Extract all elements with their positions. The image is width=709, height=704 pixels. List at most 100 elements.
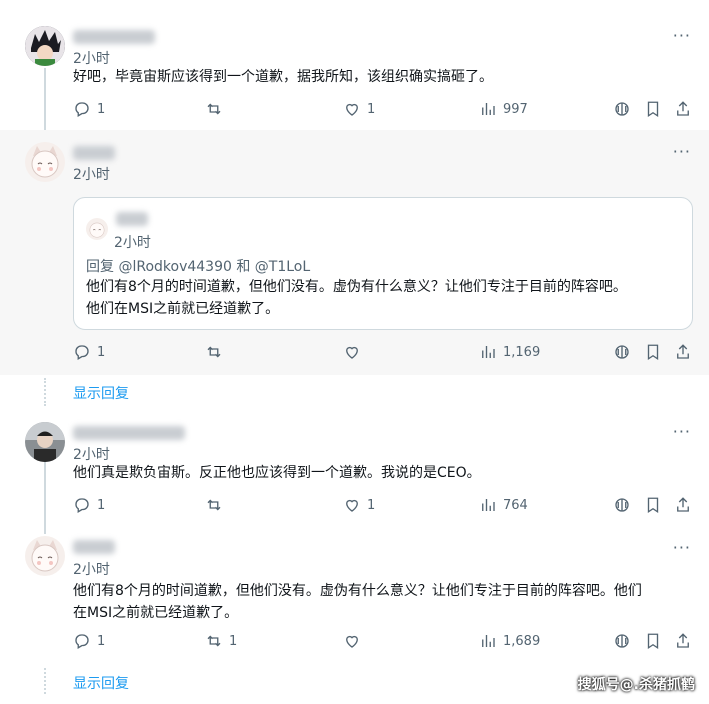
views-button[interactable]: 1,169 bbox=[479, 343, 540, 361]
avatar[interactable] bbox=[25, 422, 65, 462]
retweet-icon bbox=[207, 103, 221, 115]
avatar[interactable] bbox=[25, 536, 65, 576]
views-icon bbox=[482, 103, 495, 115]
heart-icon bbox=[346, 346, 358, 359]
more-options-button[interactable]: ··· bbox=[673, 142, 691, 161]
retweet-button[interactable] bbox=[205, 496, 229, 514]
share-icon bbox=[677, 101, 689, 116]
show-replies-link[interactable]: 显示回复 bbox=[73, 383, 129, 403]
reply-button[interactable]: 1 bbox=[73, 632, 105, 650]
heart-icon bbox=[346, 635, 358, 648]
author-name-blurred bbox=[73, 540, 115, 554]
share-icon bbox=[677, 633, 689, 648]
view-count: 764 bbox=[503, 497, 528, 513]
action-bar: 1 1 1,689 bbox=[73, 632, 693, 654]
quoted-time: 2小时 bbox=[114, 235, 151, 251]
retweet-icon bbox=[207, 346, 221, 358]
watermark: 搜狐号@.杀猪抓鹤 bbox=[577, 677, 695, 693]
like-button[interactable] bbox=[343, 343, 367, 361]
like-button[interactable]: 1 bbox=[343, 100, 375, 118]
show-replies-link[interactable]: 显示回复 bbox=[73, 673, 129, 693]
post-time: 2小时 bbox=[73, 447, 110, 463]
bookmark-button[interactable] bbox=[644, 632, 662, 650]
avatar[interactable] bbox=[25, 142, 65, 182]
reply-count: 1 bbox=[97, 344, 106, 360]
bookmark-button[interactable] bbox=[644, 343, 662, 361]
reply-button[interactable]: 1 bbox=[73, 100, 105, 118]
retweet-button[interactable] bbox=[205, 343, 229, 361]
share-button[interactable] bbox=[674, 100, 692, 118]
reply-icon bbox=[75, 498, 89, 513]
action-bar: 1 1 997 bbox=[73, 100, 693, 122]
view-count: 997 bbox=[503, 101, 528, 117]
post-4[interactable]: 2小时 ··· 他们有8个月的时间道歉，但他们没有。虚伪有什么意义？让他们专注于… bbox=[0, 528, 709, 668]
post-time: 2小时 bbox=[73, 51, 110, 67]
more-options-button[interactable]: ··· bbox=[673, 538, 691, 557]
post-text-line: 他们有8个月的时间道歉，但他们没有。虚伪有什么意义？让他们专注于目前的阵容吧。他… bbox=[73, 583, 642, 599]
bookmark-icon bbox=[647, 633, 659, 650]
reply-count: 1 bbox=[97, 101, 106, 117]
more-options-button[interactable]: ··· bbox=[673, 26, 691, 45]
post-time: 2小时 bbox=[73, 167, 110, 183]
reply-context: 回复 @lRodkov44390 和 @T1LoL bbox=[86, 256, 310, 276]
retweet-icon bbox=[207, 635, 221, 647]
reply-count: 1 bbox=[97, 633, 106, 649]
reply-button[interactable]: 1 bbox=[73, 343, 105, 361]
quoted-text-line: 他们在MSI之前就已经道歉了。 bbox=[86, 301, 280, 317]
author-name-blurred bbox=[73, 146, 115, 160]
grok-icon bbox=[615, 102, 629, 116]
share-button[interactable] bbox=[674, 343, 692, 361]
views-icon bbox=[482, 635, 495, 647]
action-bar: 1 1 764 bbox=[73, 496, 693, 518]
reply-button[interactable]: 1 bbox=[73, 496, 105, 514]
heart-icon bbox=[346, 499, 358, 512]
reply-icon bbox=[75, 345, 89, 360]
reply-prefix: 回复 bbox=[86, 259, 114, 275]
retweet-button[interactable] bbox=[205, 100, 229, 118]
grok-button[interactable] bbox=[613, 496, 631, 514]
views-icon bbox=[482, 499, 495, 511]
view-count: 1,689 bbox=[503, 633, 541, 649]
quoted-avatar bbox=[86, 218, 108, 240]
share-button[interactable] bbox=[674, 496, 692, 514]
grok-icon bbox=[615, 498, 629, 512]
reply-icon bbox=[75, 634, 89, 649]
grok-icon bbox=[615, 345, 629, 359]
grok-button[interactable] bbox=[613, 100, 631, 118]
post-1[interactable]: 2小时 ··· 好吧，毕竟宙斯应该得到一个道歉，据我所知，该组织确实搞砸了。 1… bbox=[0, 0, 709, 130]
quoted-post[interactable]: 2小时 回复 @lRodkov44390 和 @T1LoL 他们有8个月的时间道… bbox=[73, 197, 693, 330]
avatar[interactable] bbox=[25, 26, 65, 66]
post-text: 他们真是欺负宙斯。反正他也应该得到一个道歉。我说的是CEO。 bbox=[73, 465, 481, 481]
grok-button[interactable] bbox=[613, 343, 631, 361]
bookmark-button[interactable] bbox=[644, 100, 662, 118]
thread-dots bbox=[44, 378, 46, 406]
heart-icon bbox=[346, 103, 358, 116]
post-2[interactable]: 2小时 ··· 2小时 回复 @lRodkov44390 和 @T1LoL 他们… bbox=[0, 130, 709, 375]
grok-button[interactable] bbox=[613, 632, 631, 650]
author-name-blurred bbox=[73, 30, 155, 44]
bookmark-button[interactable] bbox=[644, 496, 662, 514]
share-button[interactable] bbox=[674, 632, 692, 650]
views-icon bbox=[482, 346, 495, 358]
view-count: 1,169 bbox=[503, 344, 541, 360]
quoted-author-blurred bbox=[116, 212, 148, 226]
post-3[interactable]: 2小时 ··· 他们真是欺负宙斯。反正他也应该得到一个道歉。我说的是CEO。 1… bbox=[0, 410, 709, 525]
like-button[interactable]: 1 bbox=[343, 496, 375, 514]
views-button[interactable]: 1,689 bbox=[479, 632, 540, 650]
author-name-blurred bbox=[73, 426, 185, 440]
like-count: 1 bbox=[367, 101, 376, 117]
retweet-button[interactable]: 1 bbox=[205, 632, 237, 650]
quoted-text: 他们有8个月的时间道歉，但他们没有。虚伪有什么意义？让他们专注于目前的阵容吧。 … bbox=[86, 276, 627, 320]
views-button[interactable]: 997 bbox=[479, 100, 528, 118]
reply-icon bbox=[75, 102, 89, 117]
share-icon bbox=[677, 344, 689, 359]
like-count: 1 bbox=[367, 497, 376, 513]
more-options-button[interactable]: ··· bbox=[673, 422, 691, 441]
post-time: 2小时 bbox=[73, 562, 110, 578]
share-icon bbox=[677, 497, 689, 512]
like-button[interactable] bbox=[343, 632, 367, 650]
bookmark-icon bbox=[647, 101, 659, 118]
views-button[interactable]: 764 bbox=[479, 496, 528, 514]
thread-dots bbox=[44, 668, 46, 694]
reply-handles[interactable]: @lRodkov44390 和 @T1LoL bbox=[118, 259, 310, 275]
